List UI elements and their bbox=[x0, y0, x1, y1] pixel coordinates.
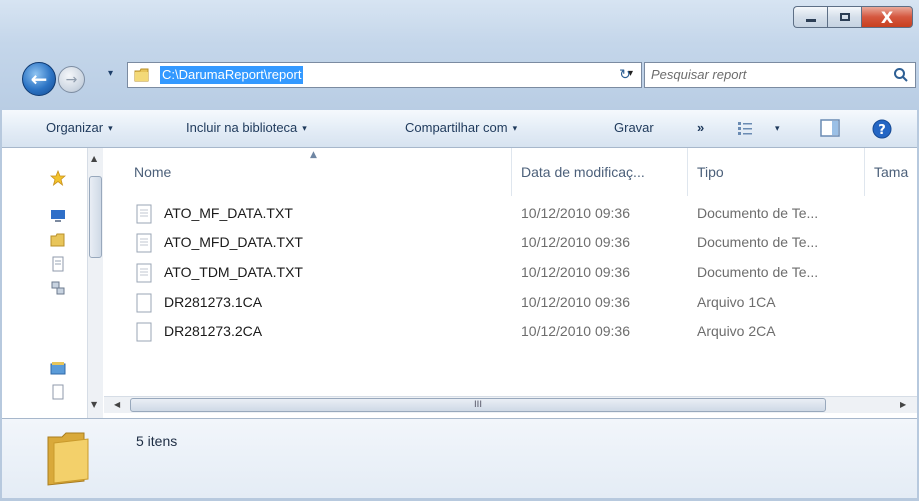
organize-label: Organizar bbox=[46, 120, 104, 135]
network-icon[interactable] bbox=[50, 280, 66, 296]
horizontal-scrollbar[interactable]: ◀ III ▶ bbox=[104, 396, 919, 413]
blank-file-icon bbox=[136, 322, 152, 342]
sort-ascending-icon: ▲ bbox=[310, 150, 317, 160]
navigation-pane-scrollbar[interactable]: ▲ ▼ bbox=[87, 148, 103, 418]
downloads-folder-icon[interactable] bbox=[50, 232, 66, 248]
file-row[interactable]: ATO_MF_DATA.TXT 10/12/2010 09:36 Documen… bbox=[114, 202, 919, 226]
file-list: ▲ Nome Data de modificaç... Tipo Tama AT… bbox=[114, 148, 919, 393]
file-name: ATO_MFD_DATA.TXT bbox=[164, 234, 303, 250]
change-view-icon[interactable] bbox=[736, 119, 754, 137]
scroll-left-arrow[interactable]: ◀ bbox=[114, 400, 120, 409]
column-header-type[interactable]: Tipo bbox=[697, 148, 724, 196]
document-icon[interactable] bbox=[50, 384, 66, 400]
file-type: Documento de Te... bbox=[697, 205, 819, 221]
address-bar[interactable]: C:\DarumaReport\report ▾ bbox=[127, 62, 642, 88]
chevron-down-icon: ▾ bbox=[108, 123, 113, 133]
forward-arrow-icon: → bbox=[65, 71, 78, 88]
file-type: Arquivo 2CA bbox=[697, 323, 776, 339]
title-bar: X bbox=[0, 0, 919, 110]
file-name: ATO_MF_DATA.TXT bbox=[164, 205, 293, 221]
minimize-button[interactable] bbox=[793, 6, 827, 28]
scrollbar-grip: III bbox=[474, 400, 482, 410]
column-divider[interactable] bbox=[687, 148, 688, 196]
scrollbar-thumb[interactable] bbox=[89, 176, 102, 258]
file-date: 10/12/2010 09:36 bbox=[521, 205, 630, 221]
scroll-down-arrow[interactable]: ▼ bbox=[91, 400, 97, 409]
back-arrow-icon: ← bbox=[30, 67, 48, 91]
file-row[interactable]: ATO_TDM_DATA.TXT 10/12/2010 09:36 Docume… bbox=[114, 261, 919, 285]
search-icon[interactable] bbox=[893, 67, 909, 83]
share-with-menu[interactable]: Compartilhar com ▾ bbox=[405, 120, 517, 135]
maximize-button[interactable] bbox=[827, 6, 861, 28]
refresh-button[interactable]: ↻ bbox=[609, 62, 641, 88]
minimize-icon bbox=[805, 18, 816, 22]
close-icon: X bbox=[880, 7, 894, 27]
search-box[interactable]: Pesquisar report bbox=[644, 62, 916, 88]
scroll-right-arrow[interactable]: ▶ bbox=[900, 400, 906, 409]
favorites-star-icon[interactable] bbox=[50, 170, 66, 186]
scrollbar-thumb[interactable]: III bbox=[130, 398, 826, 412]
libraries-icon[interactable] bbox=[50, 360, 66, 376]
column-header-name[interactable]: Nome bbox=[134, 148, 171, 196]
file-name: DR281273.2CA bbox=[164, 323, 263, 339]
text-file-icon bbox=[136, 204, 152, 224]
file-name: DR281273.1CA bbox=[164, 294, 263, 310]
explorer-window: X ← → ▾ C:\DarumaReport\report ▾ ↻ Pesqu… bbox=[0, 0, 919, 501]
chevron-down-icon: ▾ bbox=[512, 123, 518, 133]
refresh-icon: ↻ bbox=[619, 67, 631, 83]
organize-menu[interactable]: Organizar ▾ bbox=[46, 120, 113, 135]
svg-text:?: ? bbox=[878, 123, 886, 138]
file-row[interactable]: ATO_MFD_DATA.TXT 10/12/2010 09:36 Docume… bbox=[114, 231, 919, 255]
forward-button[interactable]: → bbox=[58, 66, 85, 93]
close-button[interactable]: X bbox=[861, 6, 913, 28]
help-icon[interactable]: ? bbox=[872, 119, 892, 139]
column-header-date[interactable]: Data de modificaç... bbox=[521, 148, 645, 196]
burn-label: Gravar bbox=[614, 120, 654, 135]
folder-icon bbox=[134, 68, 149, 82]
item-count: 5 itens bbox=[136, 433, 178, 449]
desktop-icon[interactable] bbox=[50, 208, 66, 224]
file-row[interactable]: DR281273.1CA 10/12/2010 09:36 Arquivo 1C… bbox=[114, 291, 919, 315]
text-file-icon bbox=[136, 233, 152, 253]
change-view-dropdown[interactable]: ▾ bbox=[770, 120, 780, 135]
chevron-down-icon: ▾ bbox=[775, 123, 780, 133]
preview-pane-icon[interactable] bbox=[820, 119, 840, 137]
share-with-label: Compartilhar com bbox=[405, 120, 508, 135]
more-commands-icon: » bbox=[697, 120, 705, 135]
include-in-library-menu[interactable]: Incluir na biblioteca ▾ bbox=[186, 120, 307, 135]
address-path[interactable]: C:\DarumaReport\report bbox=[160, 66, 304, 84]
file-date: 10/12/2010 09:36 bbox=[521, 323, 630, 339]
file-row[interactable]: DR281273.2CA 10/12/2010 09:36 Arquivo 2C… bbox=[114, 320, 919, 344]
column-divider[interactable] bbox=[511, 148, 512, 196]
search-input[interactable]: Pesquisar report bbox=[651, 67, 746, 82]
recent-pages-dropdown[interactable]: ▾ bbox=[108, 68, 113, 79]
maximize-icon bbox=[839, 13, 850, 21]
document-icon[interactable] bbox=[50, 256, 66, 272]
column-divider[interactable] bbox=[864, 148, 865, 196]
back-button[interactable]: ← bbox=[22, 62, 56, 96]
file-date: 10/12/2010 09:36 bbox=[521, 264, 630, 280]
more-commands-button[interactable]: » bbox=[697, 120, 704, 135]
command-bar: Organizar ▾ Incluir na biblioteca ▾ Compar… bbox=[0, 110, 919, 148]
include-in-library-label: Incluir na biblioteca bbox=[186, 120, 298, 135]
folder-icon bbox=[47, 432, 89, 486]
text-file-icon bbox=[136, 263, 152, 283]
file-date: 10/12/2010 09:36 bbox=[521, 234, 630, 250]
file-type: Arquivo 1CA bbox=[697, 294, 776, 310]
column-header-size[interactable]: Tama bbox=[874, 148, 908, 196]
file-type: Documento de Te... bbox=[697, 234, 819, 250]
window-border bbox=[0, 110, 2, 498]
caption-buttons: X bbox=[793, 6, 913, 28]
burn-button[interactable]: Gravar bbox=[614, 120, 654, 135]
blank-file-icon bbox=[136, 293, 152, 313]
chevron-down-icon: ▾ bbox=[302, 123, 307, 133]
file-type: Documento de Te... bbox=[697, 264, 819, 280]
details-pane: 5 itens bbox=[0, 418, 919, 498]
scroll-up-arrow[interactable]: ▲ bbox=[91, 154, 97, 163]
file-name: ATO_TDM_DATA.TXT bbox=[164, 264, 303, 280]
file-date: 10/12/2010 09:36 bbox=[521, 294, 630, 310]
